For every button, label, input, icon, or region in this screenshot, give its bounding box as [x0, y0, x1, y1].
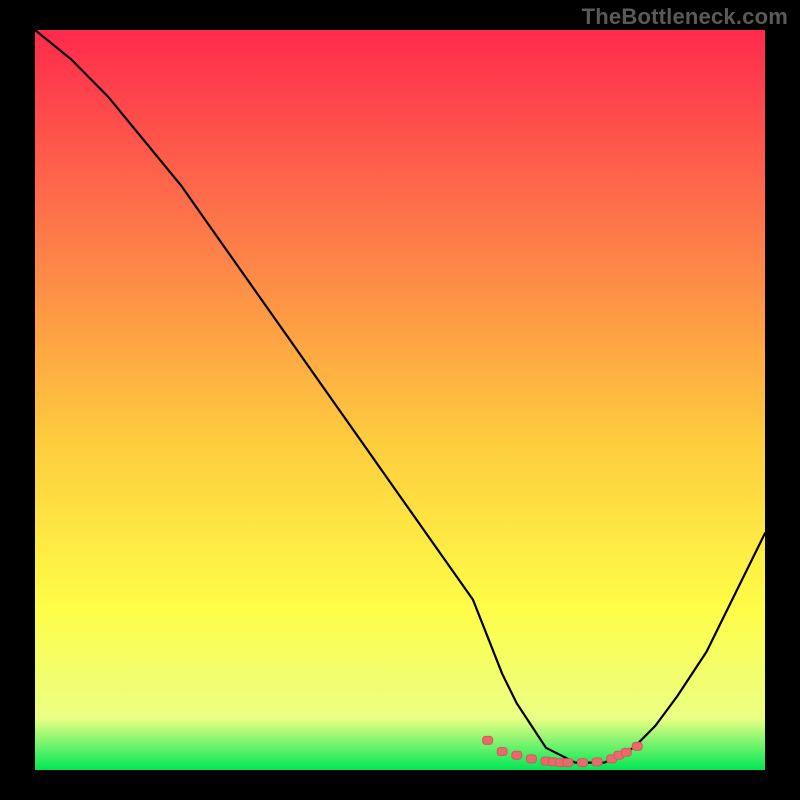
valley-marker	[632, 742, 642, 750]
plot-area	[35, 30, 765, 770]
bottleneck-chart	[35, 30, 765, 770]
valley-marker	[512, 751, 522, 759]
watermark-text: TheBottleneck.com	[582, 4, 788, 30]
valley-marker	[483, 736, 493, 744]
valley-marker	[621, 748, 631, 756]
valley-marker	[497, 748, 507, 756]
valley-marker	[563, 759, 573, 767]
valley-marker	[592, 758, 602, 766]
valley-marker	[578, 759, 588, 767]
chart-frame: TheBottleneck.com	[0, 0, 800, 800]
valley-marker	[526, 755, 536, 763]
